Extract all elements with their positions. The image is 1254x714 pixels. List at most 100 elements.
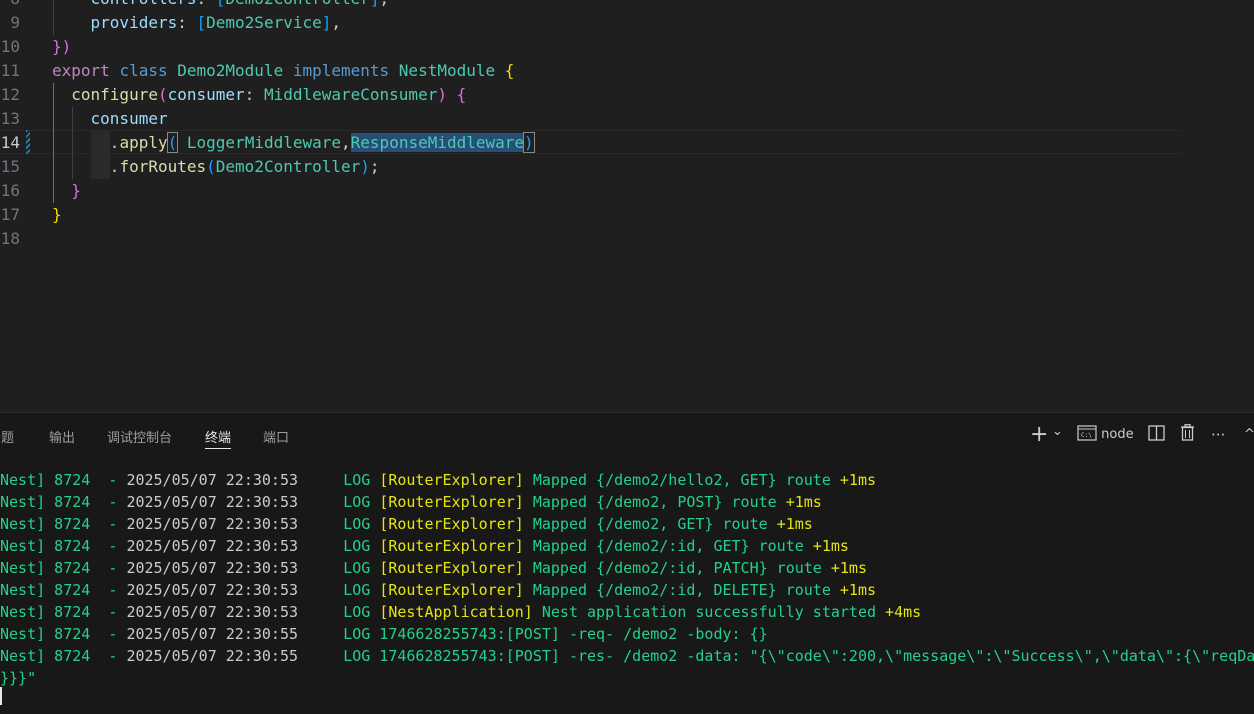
line-number: 12: [0, 85, 20, 104]
code-token: controllers: [52, 0, 197, 8]
code-token: ,: [380, 0, 390, 8]
terminal-text: +1ms: [776, 515, 813, 533]
code-token: }): [52, 37, 72, 56]
trash-icon[interactable]: [1180, 423, 1195, 447]
code-line: 9 providers: [Demo2Service],: [0, 11, 1254, 35]
code-line: 14 .apply( LoggerMiddleware,ResponseMidd…: [0, 131, 1254, 155]
code-token: [: [216, 0, 226, 8]
code-token: LoggerMiddleware: [186, 133, 342, 152]
terminal-line: Nest] 8724 - 2025/05/07 22:30:53 LOG [Ro…: [0, 579, 1254, 601]
terminal-text: Mapped {/demo2/:id, GET} route: [532, 537, 813, 555]
terminal-text: 2025/05/07 22:30:53: [126, 559, 344, 577]
terminal-icon: C:\: [1077, 425, 1097, 441]
code-token: apply: [119, 133, 168, 152]
code-token: Demo2Service: [206, 13, 322, 32]
terminal-line: }}}": [0, 667, 1254, 689]
terminal-text: [RouterExplorer]: [379, 493, 533, 511]
terminal-text: LOG: [343, 603, 380, 621]
code-line: 8 controllers: [Demo2Controller],: [0, 0, 1254, 11]
terminal-text: Mapped {/demo2/:id, PATCH} route: [532, 559, 831, 577]
terminal-text: Nest application successfully started: [541, 603, 886, 621]
tab-terminal[interactable]: 终端: [205, 427, 232, 449]
maximize-panel-icon[interactable]: ^: [1244, 423, 1254, 447]
code-token: .: [52, 157, 120, 176]
tab-ports[interactable]: 端口: [263, 427, 289, 446]
code-token: Demo2Controller: [225, 0, 370, 8]
terminal-text: Nest] 8724 -: [0, 581, 127, 599]
terminal-text: [RouterExplorer]: [379, 581, 533, 599]
code-text: .forRoutes(Demo2Controller);: [52, 155, 380, 179]
line-number: 13: [0, 109, 20, 128]
code-token: ]: [370, 0, 380, 8]
code-token: ,: [331, 13, 342, 32]
code-token: :: [244, 85, 264, 104]
line-number: 16: [0, 181, 20, 200]
terminal-text: 2025/05/07 22:30:53: [126, 537, 344, 555]
terminal-text: [NestApplication]: [379, 603, 542, 621]
terminal-text: 2025/05/07 22:30:53: [126, 581, 344, 599]
code-token: consumer: [167, 85, 245, 104]
terminal-text: Mapped {/demo2/:id, DELETE} route: [532, 581, 840, 599]
code-line: 10}): [0, 35, 1254, 59]
terminal-text: Nest] 8724 -: [0, 515, 127, 533]
terminal-text: +1ms: [830, 559, 867, 577]
terminal-output[interactable]: Nest] 8724 - 2025/05/07 22:30:53 LOG [Ro…: [0, 469, 1254, 689]
code-token: {: [456, 85, 467, 104]
terminal-text: [RouterExplorer]: [379, 559, 533, 577]
terminal-text: Nest] 8724 -: [0, 625, 127, 643]
code-editor[interactable]: 8 controllers: [Demo2Controller],9 provi…: [0, 0, 1254, 412]
terminal-text: Mapped {/demo2/hello2, GET} route: [532, 471, 840, 489]
code-text: consumer: [52, 107, 168, 131]
terminal-cursor: [0, 687, 2, 705]
terminal-text: [RouterExplorer]: [379, 537, 533, 555]
terminal-text: +1ms: [785, 493, 822, 511]
code-text: export class Demo2Module implements Nest…: [52, 59, 514, 83]
terminal-line: Nest] 8724 - 2025/05/07 22:30:53 LOG [Ro…: [0, 469, 1254, 491]
code-text: configure(consumer: MiddlewareConsumer) …: [52, 83, 466, 107]
code-token: ,: [341, 133, 351, 152]
line-number: 11: [0, 61, 20, 80]
code-token: ): [523, 132, 535, 153]
terminal-text: [RouterExplorer]: [379, 471, 533, 489]
terminal-text: LOG: [343, 537, 380, 555]
code-text: controllers: [Demo2Controller],: [52, 0, 390, 11]
code-token: ]: [321, 13, 332, 32]
terminal-text: LOG: [343, 559, 380, 577]
code-line: 15 .forRoutes(Demo2Controller);: [0, 155, 1254, 179]
more-actions-icon[interactable]: ···: [1211, 423, 1225, 447]
code-token: ;: [369, 157, 380, 176]
line-number: 15: [0, 157, 20, 176]
line-number: 17: [0, 205, 20, 224]
new-terminal-icon[interactable]: +: [1030, 423, 1048, 447]
terminal-text: LOG: [343, 515, 380, 533]
code-token: consumer: [52, 109, 168, 128]
code-token: ): [437, 85, 447, 104]
terminal-text: +1ms: [839, 471, 877, 489]
code-text: }): [52, 35, 71, 59]
code-text: .apply( LoggerMiddleware,ResponseMiddlew…: [52, 131, 535, 155]
terminal-text: 2025/05/07 22:30:53: [126, 493, 344, 511]
code-token: implements: [292, 61, 399, 80]
tab-problems[interactable]: 问题: [0, 427, 14, 446]
code-token: Demo2Controller: [215, 157, 361, 176]
chevron-down-icon[interactable]: ⌄: [1052, 420, 1063, 444]
terminal-text: 2025/05/07 22:30:53: [126, 471, 344, 489]
tab-debug-console[interactable]: 调试控制台: [107, 427, 172, 446]
terminal-text: Mapped {/demo2, POST} route: [532, 493, 786, 511]
terminal-text: LOG: [343, 471, 380, 489]
code-token: configure: [52, 85, 158, 104]
split-terminal-icon[interactable]: [1148, 423, 1165, 447]
terminal-text: Nest] 8724 -: [0, 471, 127, 489]
tab-output[interactable]: 输出: [49, 427, 75, 446]
terminal-text: Nest] 8724 -: [0, 603, 127, 621]
terminal-text: +1ms: [839, 581, 877, 599]
line-number: 8: [0, 0, 20, 11]
terminal-shell-selector[interactable]: C:\ node: [1077, 423, 1134, 447]
terminal-text: 2025/05/07 22:30:53: [126, 515, 344, 533]
terminal-text: [RouterExplorer]: [379, 515, 533, 533]
code-token: {: [504, 61, 515, 80]
terminal-line: Nest] 8724 - 2025/05/07 22:30:53 LOG [Ro…: [0, 491, 1254, 513]
bottom-panel: 问题 输出 调试控制台 终端 端口 + ⌄ C:\ node ··· ^ Nes…: [0, 412, 1254, 714]
